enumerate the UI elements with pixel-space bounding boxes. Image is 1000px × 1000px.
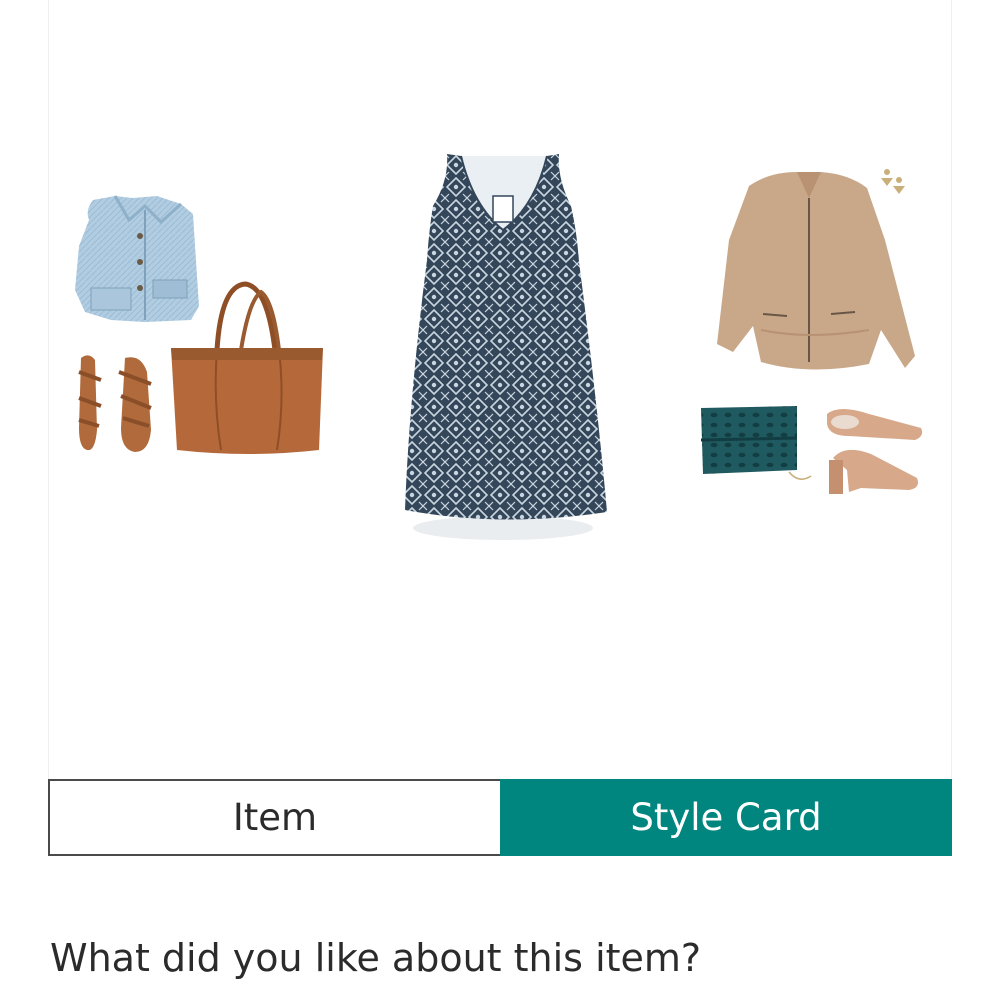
tab-style-card-label: Style Card (630, 796, 822, 839)
drop-earrings (881, 169, 905, 194)
outfit-illustration (75, 154, 923, 540)
feedback-question: What did you like about this item? (50, 936, 702, 980)
teal-clutch (700, 406, 812, 480)
suede-jacket (717, 172, 915, 370)
printed-dress (405, 154, 607, 540)
tan-sandals (78, 355, 152, 452)
tab-style-card[interactable]: Style Card (500, 779, 952, 856)
denim-jacket (75, 195, 199, 322)
tab-item[interactable]: Item (48, 779, 500, 856)
blush-mules (827, 409, 923, 494)
style-card-image (48, 0, 952, 780)
tab-item-label: Item (232, 796, 318, 839)
view-toggle: Item Style Card (48, 779, 952, 856)
app-page: Item Style Card What did you like about … (0, 0, 1000, 1000)
